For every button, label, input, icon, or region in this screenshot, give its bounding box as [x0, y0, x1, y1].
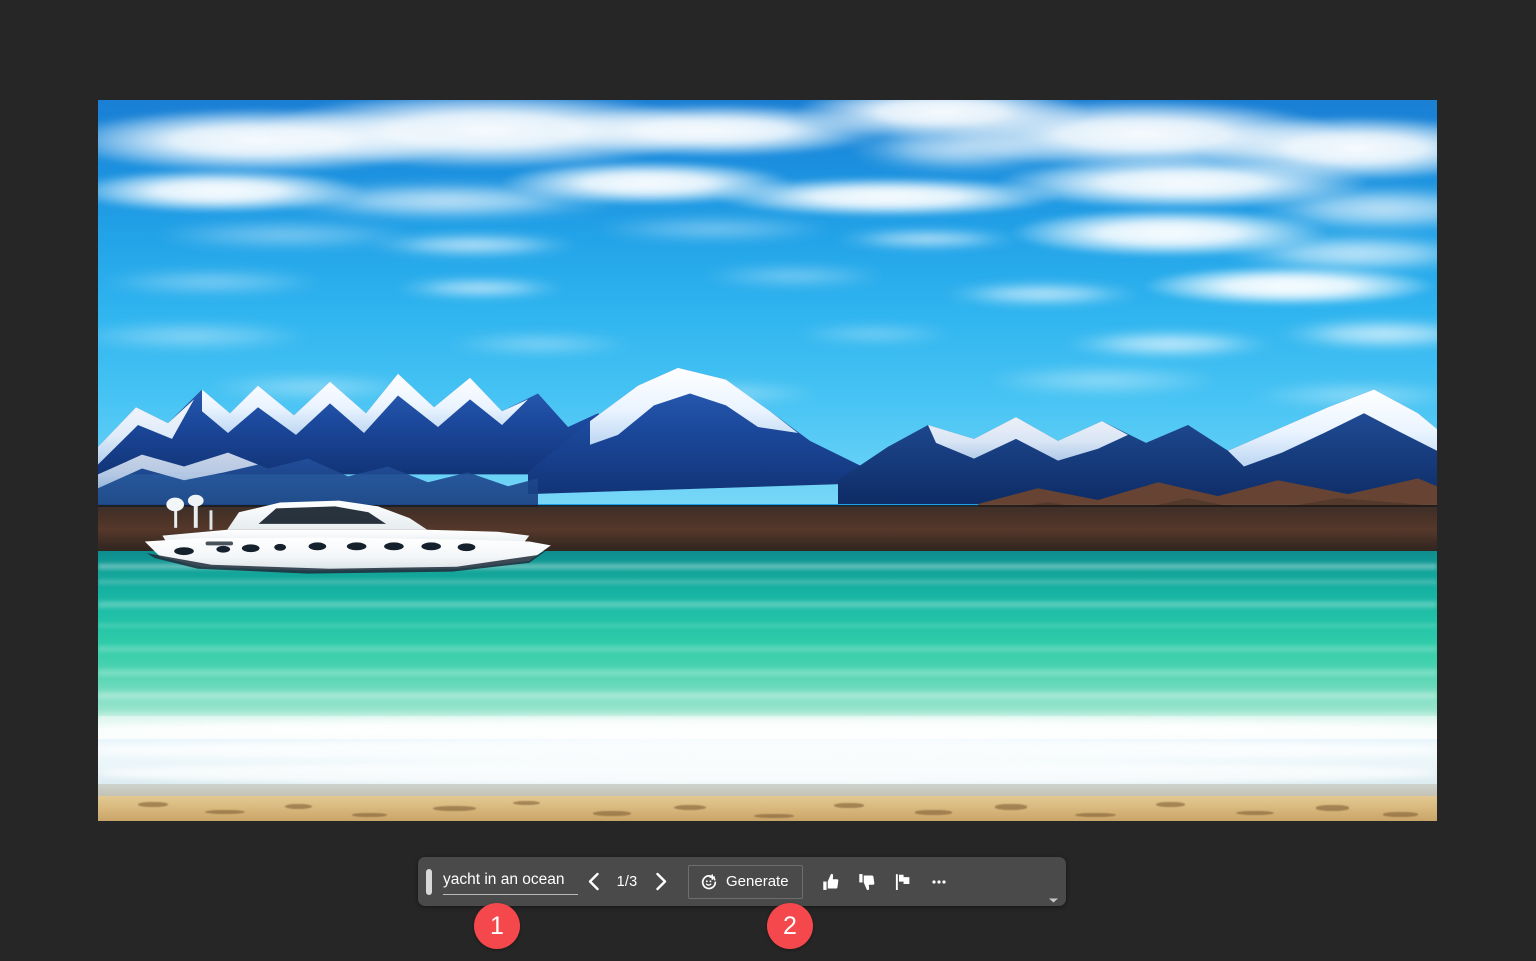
chevron-down-icon — [1048, 897, 1059, 904]
thumbs-down-button[interactable] — [849, 865, 885, 899]
surf-foam — [98, 716, 1437, 792]
prompt-field-wrapper — [443, 869, 578, 895]
callout-badge-1: 1 — [474, 903, 520, 949]
toolbar-drag-handle[interactable] — [426, 869, 432, 895]
thumbs-up-icon — [821, 872, 841, 892]
page-indicator: 1/3 — [608, 874, 646, 890]
flag-button[interactable] — [885, 865, 921, 899]
flag-icon — [893, 872, 913, 892]
magic-generate-icon — [700, 873, 718, 891]
generated-image[interactable] — [98, 100, 1437, 821]
generate-button[interactable]: Generate — [688, 865, 803, 899]
generate-button-label: Generate — [726, 873, 789, 890]
next-variation-button[interactable] — [646, 865, 676, 899]
ellipsis-icon — [929, 872, 949, 892]
chevron-right-icon — [655, 872, 668, 891]
toolbar-resize-handle[interactable] — [1048, 897, 1059, 904]
chevron-left-icon — [587, 872, 600, 891]
more-options-button[interactable] — [921, 865, 957, 899]
thumbs-up-button[interactable] — [813, 865, 849, 899]
yacht — [133, 485, 555, 582]
beach-sand — [98, 796, 1437, 821]
prompt-input[interactable] — [443, 869, 578, 895]
screenshot-stage: 1/3 Generate — [0, 0, 1536, 961]
callout-badge-2: 2 — [767, 903, 813, 949]
thumbs-down-icon — [857, 872, 877, 892]
previous-variation-button[interactable] — [578, 865, 608, 899]
image-toolbar[interactable]: 1/3 Generate — [418, 857, 1066, 906]
